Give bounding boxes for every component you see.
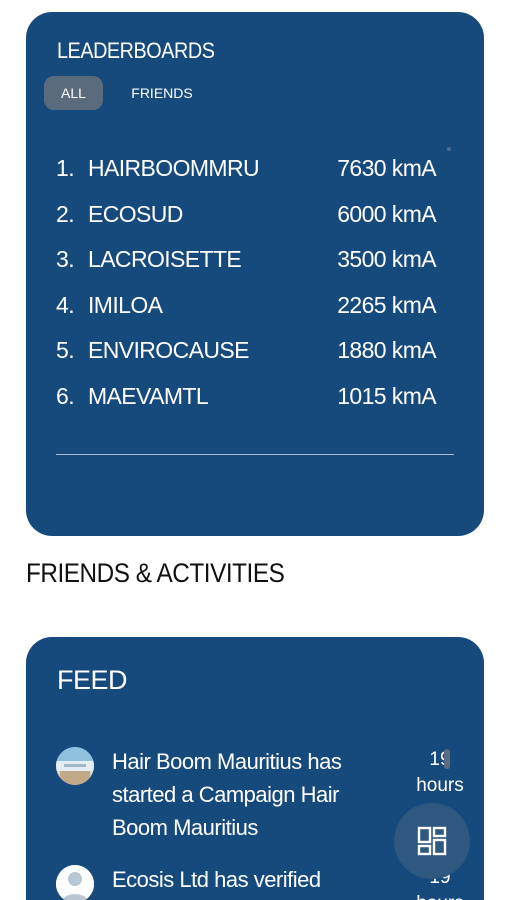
rank: 3. [56,246,75,273]
leaderboard-list: 1. HAIRBOOMMRU 7630 kmA 2. ECOSUD 6000 k… [56,146,437,420]
leaderboard-row[interactable]: 5. ENVIROCAUSE 1880 kmA [56,328,437,374]
rank: 2. [56,200,75,227]
rank: 5. [56,337,75,364]
avatar[interactable] [56,747,94,785]
dashboard-grid-icon [417,826,447,856]
score: 3500 kmA [337,246,436,273]
score: 1880 kmA [337,337,436,364]
tab-friends[interactable]: FRIENDS [122,76,202,110]
team-name: MAEVAMTL [88,382,209,409]
team-name: LACROISETTE [88,246,242,273]
team-name: ENVIROCAUSE [88,337,249,364]
score: 6000 kmA [337,200,436,227]
tab-all[interactable]: ALL [44,76,103,110]
leaderboard-row[interactable]: 3. LACROISETTE 3500 kmA [56,237,437,283]
scroll-indicator [447,147,451,151]
rank: 6. [56,382,75,409]
feed-item-text: Hair Boom Mauritius has started a Campai… [112,749,342,840]
score: 1015 kmA [337,382,436,409]
time-value: 19 [429,749,451,770]
team-name: HAIRBOOMMRU [88,155,260,182]
team-name: IMILOA [88,291,163,318]
app-screen: LEADERBOARDS ALL FRIENDS 1. HAIRBOOMMRU … [0,0,506,900]
feed-item-text: Ecosis Ltd has verified [112,867,321,892]
section-title: FRIENDS & ACTIVITIES [26,558,285,588]
rank: 1. [56,155,75,182]
leaderboard-title: LEADERBOARDS [57,38,215,63]
divider [56,454,454,455]
leaderboard-card: LEADERBOARDS ALL FRIENDS 1. HAIRBOOMMRU … [26,12,484,536]
leaderboard-row[interactable]: 1. HAIRBOOMMRU 7630 kmA [56,146,437,192]
leaderboard-row[interactable]: 6. MAEVAMTL 1015 kmA [56,374,437,420]
leaderboard-row[interactable]: 2. ECOSUD 6000 kmA [56,192,437,238]
time-unit: hours [400,891,480,900]
feed-item-time: 19 hours [400,747,480,799]
score: 7630 kmA [337,155,436,182]
avatar[interactable] [56,865,94,900]
scrollbar-thumb[interactable] [444,749,450,769]
campaign-photo-icon [56,747,94,785]
feed-title: FEED [57,665,128,695]
team-name: ECOSUD [88,200,183,227]
score: 2265 kmA [337,291,436,318]
user-silhouette-icon [56,865,94,900]
dashboard-fab-button[interactable] [394,803,470,879]
leaderboard-row[interactable]: 4. IMILOA 2265 kmA [56,283,437,329]
rank: 4. [56,291,75,318]
time-unit: hours [416,775,464,796]
